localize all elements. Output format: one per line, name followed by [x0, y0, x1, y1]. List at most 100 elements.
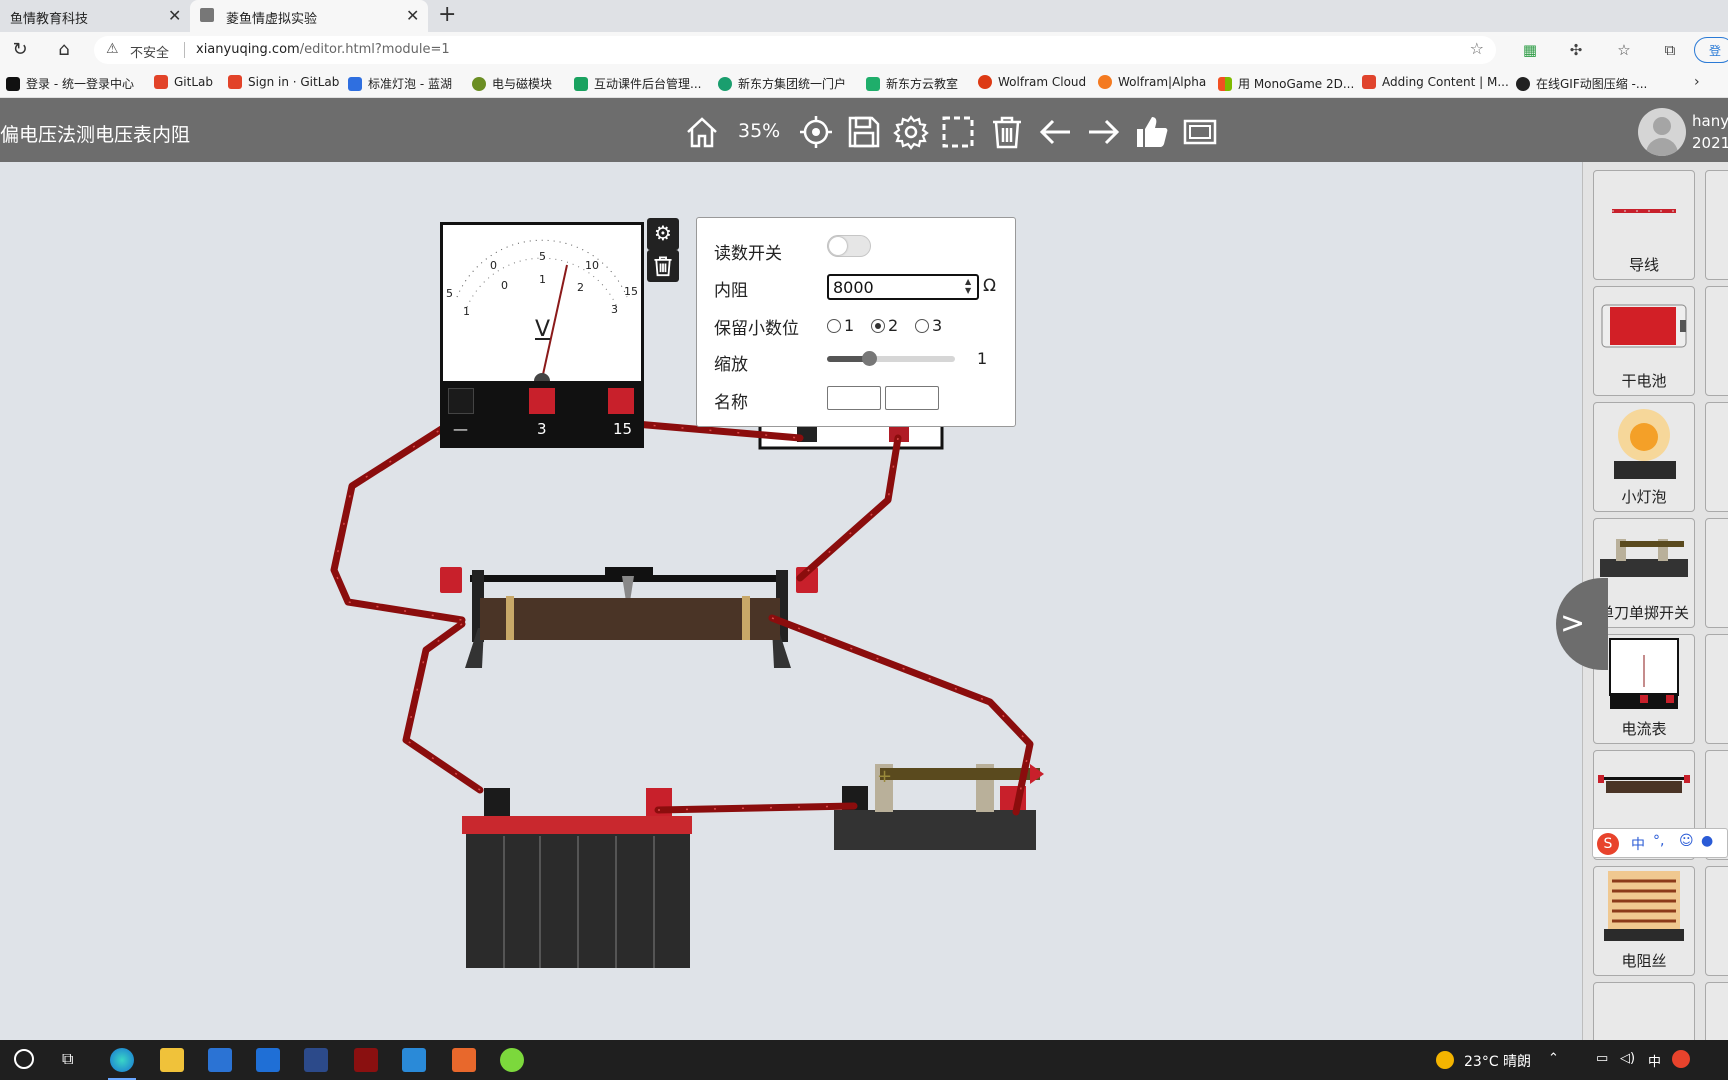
bookmark-lanhu[interactable]: 标准灯泡 - 蓝湖 [348, 75, 452, 92]
microphone-icon[interactable]: ● [1701, 833, 1713, 849]
resistance-stepper[interactable]: ▲ ▼ [965, 277, 971, 295]
avatar[interactable] [1638, 108, 1686, 156]
decimal-option-1[interactable]: 1 [827, 316, 854, 335]
lanhu-icon [348, 76, 362, 91]
tab-yuqing-edu[interactable]: 鱼情教育科技 ✕ [0, 0, 188, 32]
decimal-option-2[interactable]: 2 [871, 316, 898, 335]
avatar-body [1646, 138, 1678, 156]
component-card-ammeter[interactable]: 电流表 [1593, 634, 1695, 744]
collections-icon[interactable]: ⧉ [1660, 40, 1680, 60]
tab-virtual-lab[interactable]: 菱鱼情虚拟实验 ✕ [190, 0, 428, 32]
component-card-partial[interactable] [1705, 518, 1728, 628]
webstorm-icon[interactable] [402, 1048, 426, 1072]
component-card-bulb[interactable]: 小灯泡 [1593, 402, 1695, 512]
component-card-partial[interactable] [1705, 402, 1728, 512]
sogou-icon[interactable]: S [1597, 833, 1619, 855]
battery[interactable] [462, 788, 692, 968]
bookmark-gitlab-signin[interactable]: Sign in · GitLab [228, 75, 339, 89]
new-tab-button[interactable]: + [438, 2, 456, 27]
punctuation-icon[interactable]: °, [1653, 833, 1664, 849]
weather-text[interactable]: 23°C 晴朗 [1464, 1051, 1531, 1071]
undo-icon[interactable] [1038, 114, 1074, 150]
bookmark-login-center[interactable]: 登录 - 统一登录中心 [6, 75, 134, 92]
bookmark-monogame[interactable]: 用 MonoGame 2D... [1218, 75, 1354, 92]
voltmeter[interactable]: 5 0 5 10 15 1 0 1 2 3 V — 3 15 [440, 222, 644, 448]
bookmark-gif-compress[interactable]: 在线GIF动图压缩 -... [1516, 75, 1647, 92]
component-card-partial[interactable] [1705, 634, 1728, 744]
switch[interactable]: + [834, 764, 1044, 850]
ime-mode[interactable]: 中 [1631, 834, 1645, 854]
terminal-3v[interactable] [529, 388, 555, 414]
terminal-15v[interactable] [608, 388, 634, 414]
apps-grid-icon[interactable]: ▦ [1520, 40, 1540, 60]
url-text[interactable]: xianyuqing.com/editor.html?module=1 [196, 42, 450, 57]
file-explorer-icon[interactable] [160, 1048, 184, 1072]
edge-icon[interactable] [110, 1048, 134, 1072]
component-card-more[interactable] [1593, 982, 1695, 1040]
chevron-right-icon[interactable]: › [1694, 74, 1700, 90]
fullscreen-icon[interactable] [1182, 114, 1218, 150]
login-button[interactable]: 登 [1694, 37, 1728, 63]
favorite-add-icon[interactable]: ☆ [1470, 39, 1484, 58]
component-card-partial[interactable] [1705, 982, 1728, 1040]
ime-indicator[interactable]: 中 [1648, 1051, 1661, 1070]
bookmark-wolfram-cloud[interactable]: Wolfram Cloud [978, 75, 1086, 89]
bookmark-xdf-portal[interactable]: 新东方集团统一门户 [718, 75, 846, 92]
network-icon[interactable]: ▭ [1596, 1051, 1608, 1066]
name-field-1[interactable] [827, 386, 881, 410]
sogou-tray-icon[interactable] [1672, 1050, 1690, 1068]
warning-icon[interactable]: ⚠ [106, 41, 119, 57]
emoji-icon[interactable]: ☺ [1679, 833, 1694, 849]
redo-icon[interactable] [1085, 114, 1121, 150]
settings-icon[interactable] [893, 114, 929, 150]
negative-terminal[interactable] [448, 388, 474, 414]
select-icon[interactable] [940, 114, 976, 150]
component-settings-button[interactable]: ⚙ [647, 218, 679, 250]
component-card-wire[interactable]: 导线 [1593, 170, 1695, 280]
like-icon[interactable] [1134, 114, 1170, 150]
component-card-battery[interactable]: 干电池 [1593, 286, 1695, 396]
powershell-icon[interactable] [304, 1048, 328, 1072]
locate-icon[interactable] [798, 114, 834, 150]
favorites-icon[interactable]: ☆ [1614, 40, 1634, 60]
decimal-option-3[interactable]: 3 [915, 316, 942, 335]
bookmark-electromagnetism[interactable]: 电与磁模块 [472, 75, 552, 92]
slider-thumb[interactable] [862, 351, 878, 366]
bookmark-courseware-admin[interactable]: 互动课件后台管理... [574, 75, 701, 92]
component-card-partial[interactable] [1705, 866, 1728, 976]
component-card-partial[interactable] [1705, 170, 1728, 280]
home-nav-icon[interactable]: ⌂ [52, 38, 76, 62]
bookmark-wolfram-alpha[interactable]: Wolfram|Alpha [1098, 75, 1206, 89]
bookmark-xdf-classroom[interactable]: 新东方云教室 [866, 75, 958, 92]
volume-icon[interactable]: ◁) [1620, 1051, 1635, 1066]
lightbulb-app-icon[interactable] [500, 1048, 524, 1072]
rheostat[interactable] [440, 567, 818, 668]
component-card-resistance-wire[interactable]: 电阻丝 [1593, 866, 1695, 976]
delete-icon[interactable] [989, 114, 1025, 150]
save-icon[interactable] [846, 114, 882, 150]
refresh-icon[interactable]: ↻ [8, 38, 32, 62]
bookmark-gitlab[interactable]: GitLab [154, 75, 213, 89]
component-card-partial[interactable] [1705, 286, 1728, 396]
flash-icon[interactable] [354, 1048, 378, 1072]
url-field[interactable]: ⚠ 不安全 xianyuqing.com/editor.html?module=… [94, 36, 1496, 64]
mail-icon[interactable] [256, 1048, 280, 1072]
insecure-label[interactable]: 不安全 [130, 42, 169, 61]
search-icon[interactable] [14, 1049, 34, 1069]
home-icon[interactable] [684, 114, 720, 150]
bookmark-adding-content[interactable]: Adding Content | M... [1362, 75, 1509, 89]
close-tab-icon[interactable]: ✕ [406, 6, 419, 25]
reading-switch-toggle[interactable] [827, 235, 871, 257]
extensions-icon[interactable]: ✣ [1566, 40, 1586, 60]
component-delete-button[interactable] [647, 250, 679, 282]
name-field-2[interactable] [885, 386, 939, 410]
office-icon[interactable] [452, 1048, 476, 1072]
task-view-icon[interactable]: ⧉ [62, 1049, 73, 1069]
ime-toolbar[interactable]: S 中 °, ☺ ● [1592, 828, 1728, 858]
component-card-switch[interactable]: 单刀单掷开关 [1593, 518, 1695, 628]
scale-slider[interactable] [827, 351, 955, 366]
chevron-up-icon[interactable]: ⌃ [1548, 1051, 1559, 1066]
resistance-input[interactable] [827, 274, 979, 300]
store-icon[interactable] [208, 1048, 232, 1072]
close-tab-icon[interactable]: ✕ [168, 6, 181, 25]
